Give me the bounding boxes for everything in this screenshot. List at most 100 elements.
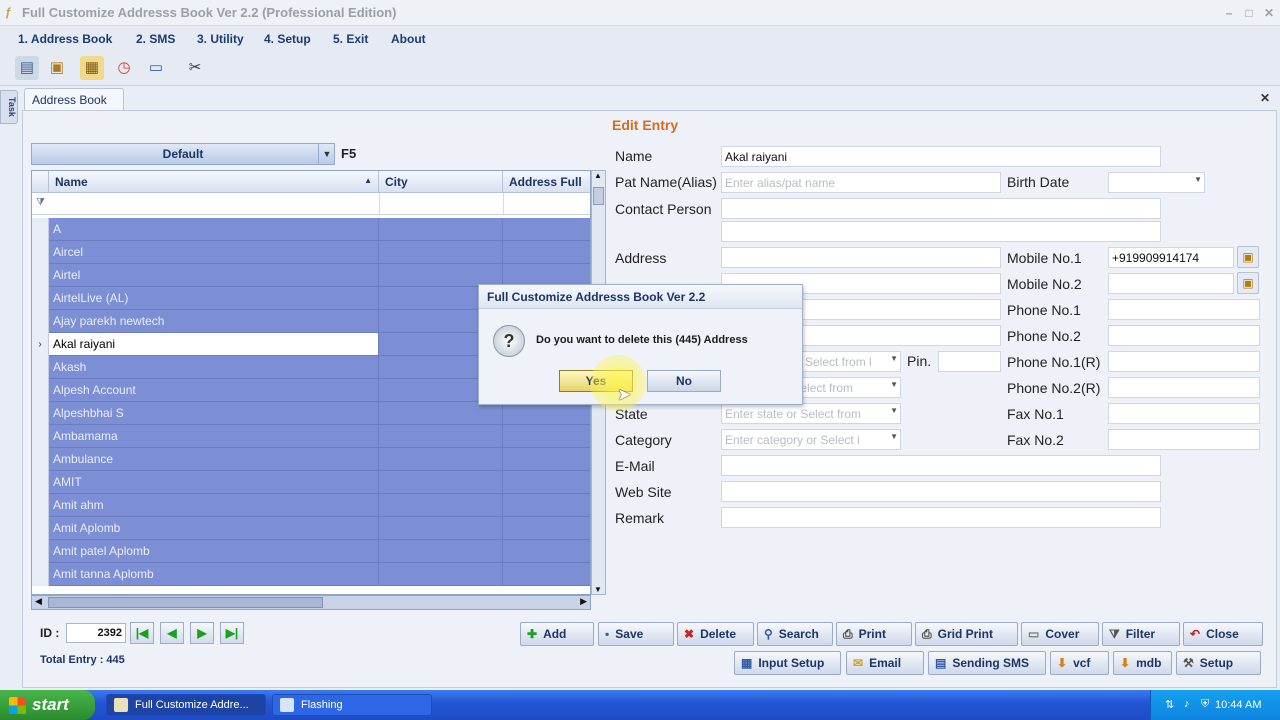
print-button[interactable]: ⎙ Print xyxy=(836,622,912,646)
cell-name[interactable]: Amit tanna Aplomb xyxy=(49,563,379,586)
website-field[interactable] xyxy=(721,481,1161,502)
column-header-city[interactable]: City xyxy=(379,171,503,193)
cell-city[interactable] xyxy=(379,241,503,264)
address-card-icon[interactable]: ▤ xyxy=(15,56,39,80)
row-selector[interactable] xyxy=(32,471,49,494)
table-row[interactable]: Amit patel Aplomb xyxy=(32,540,590,563)
cell-name[interactable]: Alpesh Account xyxy=(49,379,379,402)
add-button[interactable]: ✚ Add xyxy=(520,622,594,646)
minimize-icon[interactable]: – xyxy=(1220,4,1238,22)
prev-record-icon[interactable]: ◀ xyxy=(160,622,184,644)
scroll-up-icon[interactable]: ▲ xyxy=(594,171,602,180)
row-selector[interactable] xyxy=(32,379,49,402)
column-header-name[interactable]: Name ▲ xyxy=(49,171,379,193)
volume-icon[interactable]: ♪ xyxy=(1184,698,1190,710)
menu-utility[interactable]: 3. Utility xyxy=(197,32,244,46)
cell-name[interactable]: Amit ahm xyxy=(49,494,379,517)
cell-city[interactable] xyxy=(379,471,503,494)
cell-name[interactable]: Ambamama xyxy=(49,425,379,448)
cell-name[interactable]: AMIT xyxy=(49,471,379,494)
table-row[interactable]: AMIT xyxy=(32,471,590,494)
filter-button[interactable]: ⧩ Filter xyxy=(1102,622,1180,646)
cell-name[interactable]: Aircel xyxy=(49,241,379,264)
lock-icon[interactable]: ▣ xyxy=(1237,272,1259,294)
group-select[interactable]: Default xyxy=(31,143,335,165)
cell-address[interactable] xyxy=(503,402,590,425)
tools-icon[interactable]: ✂ xyxy=(183,56,207,80)
fax2-field[interactable] xyxy=(1108,429,1260,450)
hscroll-thumb[interactable] xyxy=(48,597,323,608)
mobile1-field[interactable]: +919909914174 xyxy=(1108,247,1234,268)
sending-sms-button[interactable]: ▤ Sending SMS xyxy=(928,651,1046,675)
menu-address-book[interactable]: 1. Address Book xyxy=(18,32,112,46)
pin-field[interactable] xyxy=(938,351,1001,372)
taskbar-app-flashing[interactable]: Flashing xyxy=(272,694,432,716)
taskbar-app-addressbook[interactable]: Full Customize Addre... xyxy=(106,694,266,716)
lock-icon[interactable]: ▣ xyxy=(45,56,69,80)
setup-button[interactable]: ⚒ Setup xyxy=(1176,651,1261,675)
row-selector[interactable] xyxy=(32,264,49,287)
side-task-tab[interactable]: Task xyxy=(0,90,18,124)
table-row[interactable]: Ambulance xyxy=(32,448,590,471)
cell-city[interactable] xyxy=(379,402,503,425)
save-button[interactable]: ▪ Save xyxy=(598,622,674,646)
filter-row[interactable]: ⧩ xyxy=(32,193,590,215)
maximize-icon[interactable]: □ xyxy=(1240,4,1258,22)
table-row[interactable]: Amit Aplomb xyxy=(32,517,590,540)
chevron-down-icon[interactable]: ▼ xyxy=(318,143,335,165)
category-select[interactable]: Enter category or Select i ▼ xyxy=(721,429,901,450)
email-field[interactable] xyxy=(721,455,1161,476)
shield-icon[interactable]: ⛨ xyxy=(1201,698,1209,711)
cell-address[interactable] xyxy=(503,563,590,586)
cell-name[interactable]: Airtel xyxy=(49,264,379,287)
contact-person-field[interactable] xyxy=(721,198,1161,219)
cell-city[interactable] xyxy=(379,425,503,448)
menu-sms[interactable]: 2. SMS xyxy=(136,32,175,46)
mdb-button[interactable]: ⬇ mdb xyxy=(1113,651,1172,675)
tab-address-book[interactable]: Address Book xyxy=(24,88,124,110)
start-button[interactable]: start xyxy=(0,690,95,720)
mobile2-field[interactable] xyxy=(1108,273,1234,294)
phone2-field[interactable] xyxy=(1108,325,1260,346)
cell-city[interactable] xyxy=(379,563,503,586)
phone2r-field[interactable] xyxy=(1108,377,1260,398)
cell-address[interactable] xyxy=(503,448,590,471)
cover-button[interactable]: ▭ Cover xyxy=(1021,622,1099,646)
no-button[interactable]: No xyxy=(647,370,721,392)
lock-icon[interactable]: ▣ xyxy=(1237,246,1259,268)
menu-exit[interactable]: 5. Exit xyxy=(333,32,368,46)
table-row[interactable]: Amit ahm xyxy=(32,494,590,517)
row-selector[interactable] xyxy=(32,540,49,563)
cell-name[interactable]: Akal raiyani xyxy=(49,333,379,356)
id-field[interactable]: 2392 xyxy=(66,623,126,643)
row-selector[interactable] xyxy=(32,310,49,333)
cell-name[interactable]: Alpeshbhai S xyxy=(49,402,379,425)
contact-person-field-2[interactable] xyxy=(721,221,1161,242)
table-row[interactable]: Ambamama xyxy=(32,425,590,448)
cell-name[interactable]: Ambulance xyxy=(49,448,379,471)
pat-name-field[interactable]: Enter alias/pat name xyxy=(721,172,1001,193)
table-row[interactable]: Amit tanna Aplomb xyxy=(32,563,590,586)
email-button[interactable]: ✉ Email xyxy=(846,651,924,675)
table-row[interactable]: Aircel xyxy=(32,241,590,264)
close-window-icon[interactable]: ✕ xyxy=(1260,4,1278,22)
row-selector[interactable]: › xyxy=(32,333,49,356)
phone1-field[interactable] xyxy=(1108,299,1260,320)
cell-name[interactable]: Ajay parekh newtech xyxy=(49,310,379,333)
search-button[interactable]: ⚲ Search xyxy=(757,622,833,646)
clock-icon[interactable]: ◷ xyxy=(112,56,136,80)
cell-city[interactable] xyxy=(379,517,503,540)
cell-address[interactable] xyxy=(503,494,590,517)
remark-field[interactable] xyxy=(721,507,1161,528)
menu-about[interactable]: About xyxy=(391,32,426,46)
close-tab-icon[interactable]: ✕ xyxy=(1260,91,1270,105)
close-button[interactable]: ↶ Close xyxy=(1183,622,1263,646)
input-setup-button[interactable]: ▦ Input Setup xyxy=(734,651,841,675)
network-icon[interactable]: ⇅ xyxy=(1165,698,1174,711)
cell-city[interactable] xyxy=(379,540,503,563)
row-selector[interactable] xyxy=(32,425,49,448)
table-row[interactable]: Alpeshbhai S xyxy=(32,402,590,425)
cell-name[interactable]: Akash xyxy=(49,356,379,379)
cell-city[interactable] xyxy=(379,448,503,471)
phone1r-field[interactable] xyxy=(1108,351,1260,372)
